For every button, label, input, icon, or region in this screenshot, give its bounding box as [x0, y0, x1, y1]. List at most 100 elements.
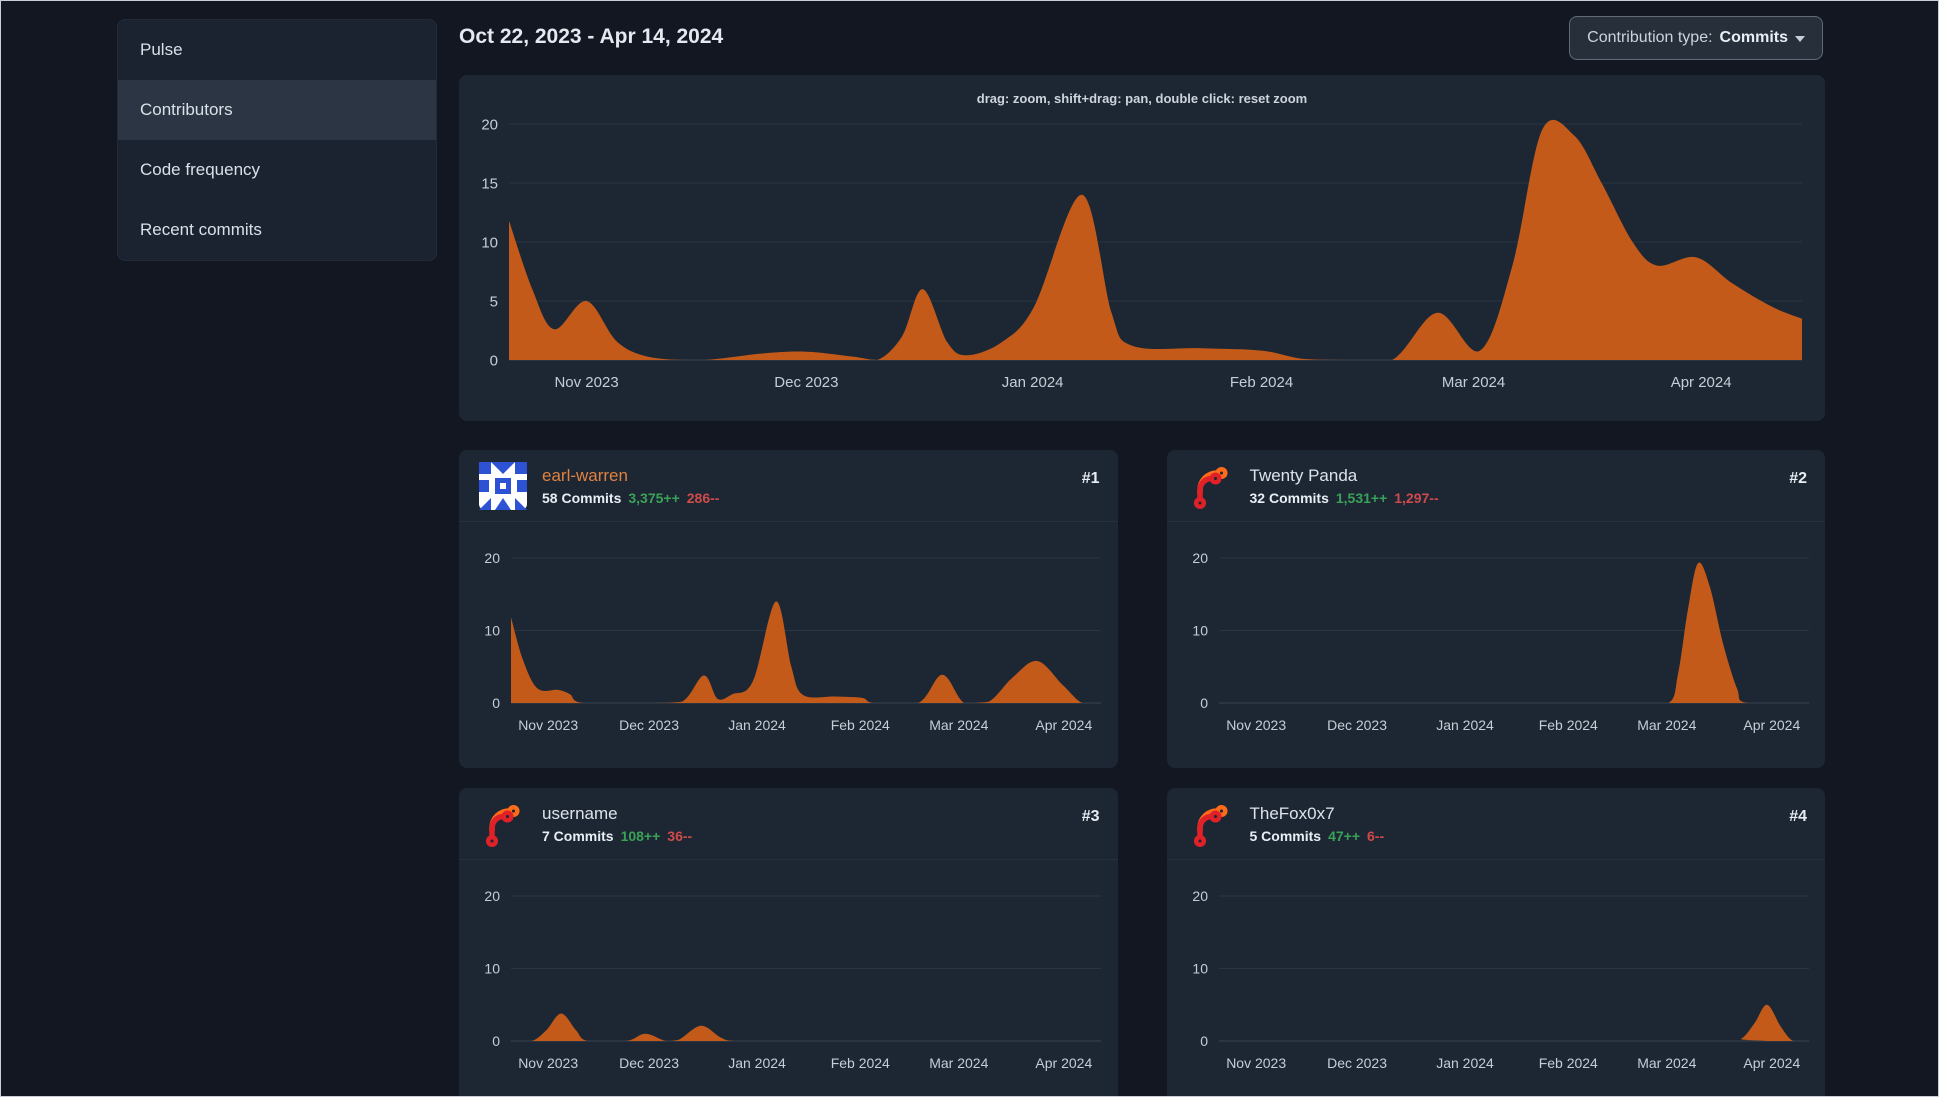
contributor-card-header: TheFox0x7 5 Commits 47++ 6-- #4	[1166, 788, 1825, 860]
contributor-identity: TheFox0x7 5 Commits 47++ 6--	[1250, 804, 1385, 844]
contributor-name-link[interactable]: earl-warren	[542, 466, 719, 486]
contributor-rank: #4	[1789, 808, 1807, 825]
svg-text:Feb 2024: Feb 2024	[831, 1055, 890, 1071]
svg-text:Nov 2023: Nov 2023	[1226, 1055, 1286, 1071]
contributor-activity-chart[interactable]: 0 10 20 Nov 2023 Dec 2023 Jan 2024 Feb 2024 Mar…	[1167, 550, 1826, 747]
svg-text:20: 20	[481, 116, 498, 133]
svg-text:5: 5	[490, 293, 498, 310]
svg-text:Nov 2023: Nov 2023	[518, 717, 578, 733]
svg-text:10: 10	[1192, 961, 1208, 977]
svg-text:10: 10	[481, 234, 498, 251]
contributor-rank: #3	[1081, 808, 1100, 825]
svg-text:0: 0	[490, 352, 498, 369]
contribution-type-label: Contribution type:	[1587, 29, 1713, 46]
svg-text:Apr 2024: Apr 2024	[1035, 1055, 1092, 1071]
contributor-card-header: Twenty Panda 32 Commits 1,531++ 1,297-- …	[1166, 450, 1825, 522]
svg-text:Mar 2024: Mar 2024	[929, 717, 988, 733]
commit-count: 5 Commits	[1249, 828, 1322, 844]
svg-text:0: 0	[1200, 695, 1208, 711]
identicon-avatar	[479, 462, 527, 510]
svg-text:0: 0	[492, 695, 500, 711]
svg-text:10: 10	[484, 961, 500, 977]
contributor-identity: Twenty Panda 32 Commits 1,531++ 1,297--	[1250, 466, 1439, 506]
forgejo-logo-avatar	[485, 804, 520, 848]
contributor-identity: earl-warren 58 Commits 3,375++ 286--	[542, 466, 719, 506]
contributor-identity: username 7 Commits 108++ 36--	[542, 804, 692, 844]
svg-text:Apr 2024: Apr 2024	[1035, 717, 1092, 733]
svg-text:0: 0	[492, 1033, 500, 1049]
contributor-activity-chart[interactable]: 0 10 20 Nov 2023 Dec 2023 Jan 2024 Feb 2024 Mar…	[1167, 888, 1826, 1085]
sidebar-item-recent-commits[interactable]: Recent commits	[118, 200, 436, 260]
contributor-rank: #2	[1789, 470, 1807, 487]
additions-count: 47++	[1328, 828, 1361, 844]
svg-text:Jan 2024: Jan 2024	[1002, 374, 1064, 391]
contributor-rank: #1	[1081, 470, 1100, 487]
svg-text:Dec 2023: Dec 2023	[1327, 1055, 1387, 1071]
chevron-down-icon	[1795, 36, 1805, 42]
contributor-card: earl-warren 58 Commits 3,375++ 286-- #1 …	[459, 450, 1118, 768]
svg-text:20: 20	[1192, 888, 1208, 904]
svg-text:Nov 2023: Nov 2023	[554, 374, 618, 391]
commit-count: 7 Commits	[542, 828, 614, 844]
contributor-stats: 32 Commits 1,531++ 1,297--	[1250, 490, 1439, 506]
svg-text:Apr 2024: Apr 2024	[1743, 717, 1800, 733]
sidebar-item-code-frequency[interactable]: Code frequency	[118, 140, 436, 200]
deletions-count: 286--	[686, 490, 720, 506]
overall-activity-card: drag: zoom, shift+drag: pan, double clic…	[459, 75, 1825, 421]
contributor-stats: 58 Commits 3,375++ 286--	[542, 490, 719, 506]
contributor-card-header: username 7 Commits 108++ 36-- #3	[459, 788, 1118, 860]
forgejo-logo-avatar	[1193, 466, 1228, 510]
contribution-type-value: Commits	[1719, 29, 1788, 46]
contributor-name-link[interactable]: TheFox0x7	[1250, 804, 1385, 824]
contributor-card: Twenty Panda 32 Commits 1,531++ 1,297-- …	[1166, 450, 1826, 768]
svg-text:20: 20	[1192, 550, 1208, 566]
contributors-page: Pulse Contributors Code frequency Recent…	[0, 0, 1939, 1097]
contribution-type-dropdown[interactable]: Contribution type: Commits	[1569, 16, 1823, 60]
svg-text:Feb 2024: Feb 2024	[1538, 717, 1597, 733]
deletions-count: 1,297--	[1394, 490, 1439, 506]
svg-text:Nov 2023: Nov 2023	[518, 1055, 578, 1071]
contributor-stats: 5 Commits 47++ 6--	[1250, 828, 1385, 844]
svg-text:Apr 2024: Apr 2024	[1671, 374, 1732, 391]
sidebar-item-contributors[interactable]: Contributors	[118, 80, 436, 140]
svg-text:0: 0	[1200, 1033, 1208, 1049]
chart-zoom-hint: drag: zoom, shift+drag: pan, double clic…	[976, 91, 1308, 106]
svg-text:Jan 2024: Jan 2024	[1436, 717, 1494, 733]
svg-text:Dec 2023: Dec 2023	[1327, 717, 1387, 733]
svg-text:Mar 2024: Mar 2024	[1442, 374, 1505, 391]
svg-text:Dec 2023: Dec 2023	[619, 717, 679, 733]
deletions-count: 6--	[1367, 828, 1385, 844]
svg-text:Jan 2024: Jan 2024	[728, 1055, 786, 1071]
date-range-heading: Oct 22, 2023 - Apr 14, 2024	[459, 25, 724, 48]
contributor-cards-grid: earl-warren 58 Commits 3,375++ 286-- #1 …	[459, 450, 1826, 1096]
svg-text:20: 20	[484, 550, 500, 566]
svg-text:Jan 2024: Jan 2024	[1436, 1055, 1494, 1071]
deletions-count: 36--	[667, 828, 693, 844]
svg-text:Feb 2024: Feb 2024	[1538, 1055, 1597, 1071]
contributor-card-header: earl-warren 58 Commits 3,375++ 286-- #1	[459, 450, 1118, 522]
svg-text:15: 15	[481, 175, 498, 192]
main-activity-chart[interactable]: 0 5 10 15 20 Nov 2023 Dec 2023 Jan 2024 Feb 2024…	[459, 112, 1825, 408]
forgejo-logo-avatar	[1193, 804, 1228, 848]
contributor-name-link[interactable]: Twenty Panda	[1250, 466, 1439, 486]
svg-text:Nov 2023: Nov 2023	[1226, 717, 1286, 733]
svg-text:Feb 2024: Feb 2024	[1230, 374, 1293, 391]
svg-text:20: 20	[484, 888, 500, 904]
svg-text:Dec 2023: Dec 2023	[619, 1055, 679, 1071]
additions-count: 3,375++	[628, 490, 680, 506]
contributor-stats: 7 Commits 108++ 36--	[542, 828, 692, 844]
contributor-card: username 7 Commits 108++ 36-- #3 0 10 20 No…	[459, 788, 1118, 1096]
commit-count: 32 Commits	[1249, 490, 1329, 506]
additions-count: 108++	[620, 828, 661, 844]
contributor-activity-chart[interactable]: 0 10 20 Nov 2023 Dec 2023 Jan 2024 Feb 2024 Mar…	[459, 888, 1118, 1085]
contributor-card: TheFox0x7 5 Commits 47++ 6-- #4 0 10 20 Nov…	[1166, 788, 1826, 1096]
svg-text:Mar 2024: Mar 2024	[1637, 1055, 1696, 1071]
sidebar-item-pulse[interactable]: Pulse	[118, 20, 436, 80]
additions-count: 1,531++	[1335, 490, 1388, 506]
contributor-name-link[interactable]: username	[542, 804, 692, 824]
svg-text:Feb 2024: Feb 2024	[831, 717, 890, 733]
repo-activity-sidebar: Pulse Contributors Code frequency Recent…	[117, 19, 437, 261]
svg-text:10: 10	[484, 623, 500, 639]
svg-text:Mar 2024: Mar 2024	[1637, 717, 1696, 733]
contributor-activity-chart[interactable]: 0 10 20 Nov 2023 Dec 2023 Jan 2024 Feb 2024 Mar…	[459, 550, 1118, 747]
